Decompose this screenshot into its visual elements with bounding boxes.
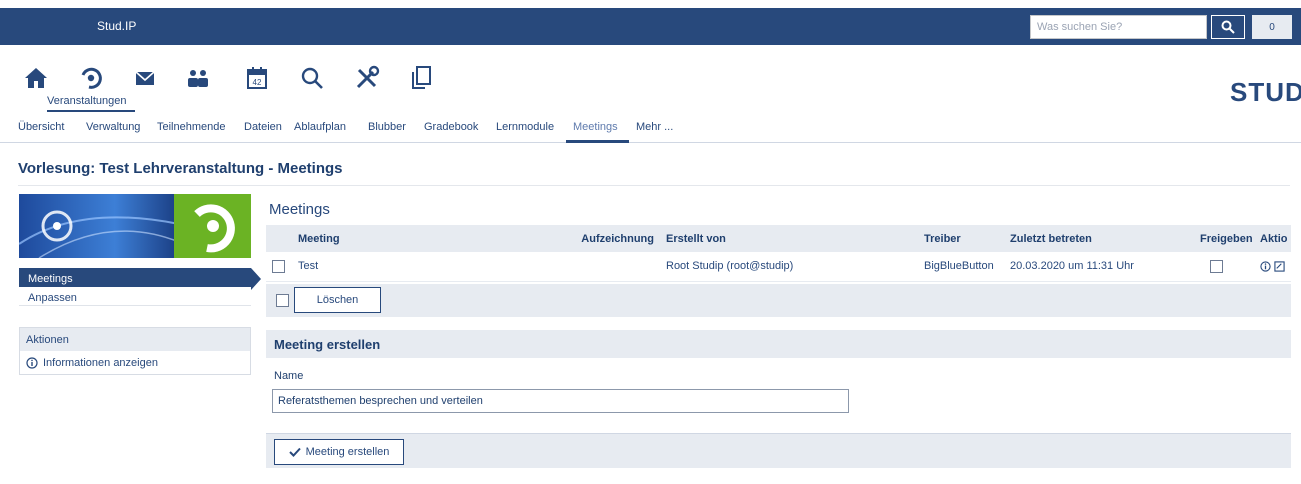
tools-icon [356, 65, 380, 89]
meeting-driver: BigBlueButton [918, 252, 1004, 282]
row-actions-cell [1254, 252, 1291, 282]
edit-icon[interactable] [1274, 261, 1285, 272]
nav-search[interactable] [297, 63, 327, 93]
page-title: Vorlesung: Test Lehrveranstaltung - Meet… [18, 160, 343, 177]
dashboard-icon [81, 67, 102, 89]
row-checkbox[interactable] [272, 259, 285, 273]
col-created-by[interactable]: Erstellt von [660, 225, 918, 252]
active-tab-indicator [566, 140, 629, 143]
notification-counter[interactable]: 0 [1252, 15, 1292, 39]
studip-logo: STUDIP [1230, 77, 1301, 107]
meetings-title: Meetings [269, 201, 330, 218]
community-icon [188, 70, 208, 87]
sidebar-image [19, 194, 251, 258]
action-show-info[interactable]: Informationen anzeigen [20, 351, 250, 374]
sidebar-item-meetings[interactable]: Meetings [19, 268, 261, 290]
brand-name[interactable]: Stud.IP [97, 19, 136, 33]
meetings-table: Meeting Aufzeichnung Erstellt von Treibe… [266, 225, 1291, 282]
tab-uebersicht[interactable]: Übersicht [18, 121, 64, 133]
tab-lernmodule[interactable]: Lernmodule [496, 121, 554, 133]
tab-meetings[interactable]: Meetings [573, 121, 618, 133]
name-label: Name [274, 370, 304, 382]
table-row: Test Root Studip (root@studip) BigBlueBu… [266, 252, 1291, 282]
share-checkbox[interactable] [1210, 259, 1223, 273]
col-recording[interactable]: Aufzeichnung [566, 225, 660, 252]
info-icon [26, 357, 38, 369]
tab-gradebook[interactable]: Gradebook [424, 121, 478, 133]
nav-active-indicator [47, 110, 135, 112]
sidebar-navigation: Meetings Anpassen [19, 268, 261, 306]
nav-messages[interactable] [130, 63, 160, 93]
create-meeting-button[interactable]: Meeting erstellen [274, 439, 404, 465]
mail-icon [135, 71, 155, 85]
delete-button[interactable]: Löschen [294, 287, 381, 313]
meetings-plugin-banner [19, 194, 251, 258]
sidebar-actions-title: Aktionen [20, 328, 250, 351]
search-button[interactable] [1211, 15, 1245, 39]
checkmark-icon [288, 447, 301, 457]
nav-home[interactable] [21, 63, 51, 93]
col-last-entered[interactable]: Zuletzt betreten [1004, 225, 1194, 252]
nav-active-label[interactable]: Veranstaltungen [47, 95, 127, 107]
create-meeting-button-label: Meeting erstellen [305, 446, 390, 458]
col-share[interactable]: Freigeben [1194, 225, 1254, 252]
select-all-col [266, 225, 292, 252]
files-icon [412, 66, 431, 89]
nav-courses[interactable] [76, 63, 106, 93]
sidebar-actions: Aktionen Informationen anzeigen [19, 327, 251, 375]
calendar-icon: 42 [247, 67, 267, 89]
info-icon[interactable] [1260, 261, 1271, 272]
meeting-recording [566, 252, 660, 282]
bulk-select-checkbox[interactable] [276, 294, 289, 307]
tab-dateien[interactable]: Dateien [244, 121, 282, 133]
col-driver[interactable]: Treiber [918, 225, 1004, 252]
create-meeting-title: Meeting erstellen [266, 330, 1291, 358]
col-actions[interactable]: Aktio [1254, 225, 1291, 252]
home-icon [25, 68, 47, 88]
sidebar-item-anpassen[interactable]: Anpassen [19, 287, 251, 306]
create-action-bar: Meeting erstellen [266, 433, 1291, 468]
tab-mehr[interactable]: Mehr ... [636, 121, 673, 133]
tab-teilnehmende[interactable]: Teilnehmende [157, 121, 226, 133]
col-meeting[interactable]: Meeting [292, 225, 566, 252]
meeting-name-input[interactable] [272, 389, 849, 413]
meeting-name[interactable]: Test [292, 252, 566, 282]
tab-verwaltung[interactable]: Verwaltung [86, 121, 140, 133]
share-cell [1194, 252, 1254, 282]
row-select-cell [266, 252, 292, 282]
top-bar: Stud.IP 0 [0, 8, 1301, 45]
title-divider [18, 185, 1290, 186]
meeting-created-by: Root Studip (root@studip) [660, 252, 918, 282]
search-input[interactable] [1030, 15, 1207, 39]
main-navigation: 42 Veranstaltungen STUDIP [0, 45, 1301, 117]
nav-tools[interactable] [352, 63, 382, 93]
table-header-row: Meeting Aufzeichnung Erstellt von Treibe… [266, 225, 1291, 252]
tab-blubber[interactable]: Blubber [368, 121, 406, 133]
tab-ablaufplan[interactable]: Ablaufplan [294, 121, 346, 133]
search-icon [1221, 20, 1235, 34]
action-show-info-label: Informationen anzeigen [43, 357, 158, 369]
nav-calendar[interactable]: 42 [242, 63, 272, 93]
search-icon [301, 67, 323, 89]
calendar-day: 42 [253, 78, 262, 87]
meeting-last-entered: 20.03.2020 um 11:31 Uhr [1004, 252, 1194, 282]
table-action-bar: Löschen [266, 284, 1291, 317]
course-tabs: Übersicht Verwaltung Teilnehmende Dateie… [0, 117, 1301, 143]
nav-files[interactable] [406, 63, 436, 93]
nav-community[interactable] [183, 63, 213, 93]
